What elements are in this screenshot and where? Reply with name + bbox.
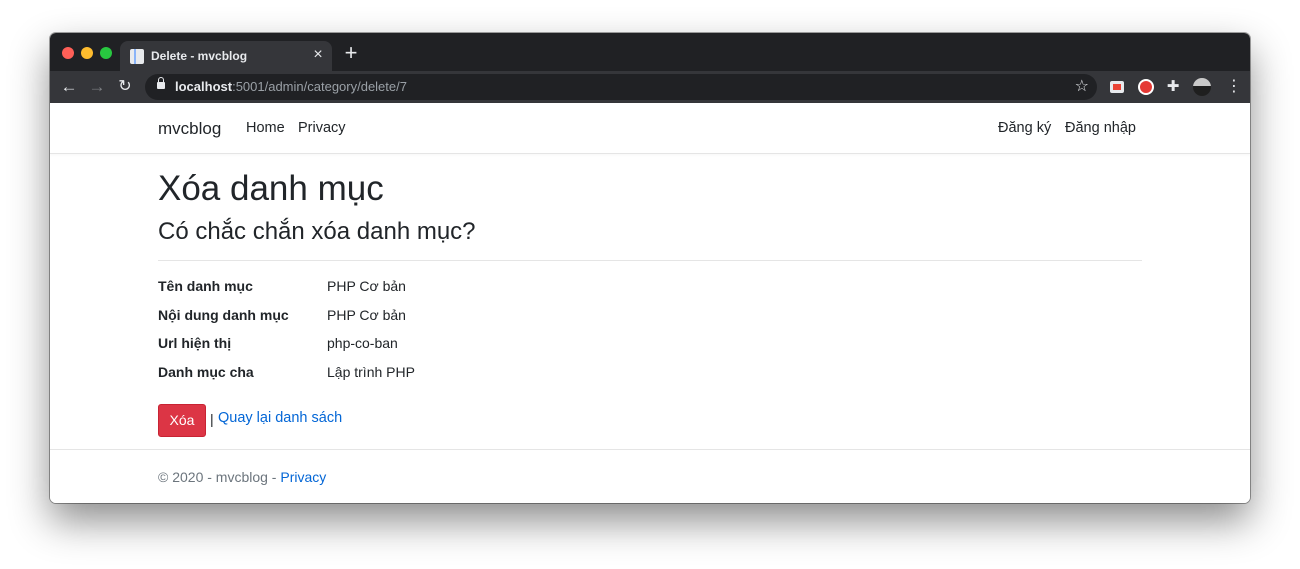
browser-menu-icon[interactable]: ⋮ bbox=[1226, 77, 1242, 97]
nav-link-register[interactable]: Đăng ký bbox=[998, 120, 1051, 136]
new-tab-button[interactable]: + bbox=[342, 42, 360, 65]
profile-avatar-icon[interactable] bbox=[1193, 78, 1211, 96]
tab-close-icon[interactable]: × bbox=[310, 46, 326, 64]
browser-tab[interactable]: Delete - mvcblog × bbox=[120, 41, 332, 71]
nav-link-privacy[interactable]: Privacy bbox=[298, 120, 346, 136]
extensions-puzzle-icon[interactable]: ✚ bbox=[1165, 79, 1181, 95]
detail-value: PHP Cơ bản bbox=[327, 306, 406, 323]
back-arrow-icon[interactable]: ← bbox=[59, 77, 79, 97]
footer-copyright: © 2020 - mvcblog - Privacy bbox=[158, 469, 326, 485]
detail-row-url: Url hiện thị php-co-ban bbox=[158, 335, 758, 364]
footer-privacy-link[interactable]: Privacy bbox=[280, 469, 326, 485]
divider bbox=[158, 260, 1142, 261]
detail-row-content: Nội dung danh mục PHP Cơ bản bbox=[158, 307, 758, 336]
detail-value: Lập trình PHP bbox=[327, 363, 415, 380]
site-brand-link[interactable]: mvcblog bbox=[158, 119, 221, 139]
footer-text: © 2020 - mvcblog - bbox=[158, 469, 281, 485]
detail-label: Url hiện thị bbox=[158, 335, 232, 351]
confirm-question: Có chắc chắn xóa danh mục? bbox=[158, 218, 476, 245]
page-favicon-icon bbox=[130, 49, 144, 64]
nav-link-login[interactable]: Đăng nhập bbox=[1065, 120, 1136, 136]
reload-icon[interactable]: ↻ bbox=[115, 77, 135, 97]
tab-title: Delete - mvcblog bbox=[151, 49, 248, 63]
lock-icon[interactable] bbox=[157, 77, 165, 89]
site-navbar: mvcblog Home Privacy Đăng ký Đăng nhập bbox=[50, 103, 1250, 154]
delete-button[interactable]: Xóa bbox=[158, 404, 206, 437]
web-page: mvcblog Home Privacy Đăng ký Đăng nhập X… bbox=[50, 103, 1250, 503]
detail-row-parent: Danh mục cha Lập trình PHP bbox=[158, 364, 758, 393]
detail-label: Nội dung danh mục bbox=[158, 306, 289, 323]
nav-link-home[interactable]: Home bbox=[246, 120, 285, 136]
detail-value: php-co-ban bbox=[327, 335, 398, 351]
page-title: Xóa danh mục bbox=[158, 169, 384, 208]
category-details: Tên danh mục PHP Cơ bản Nội dung danh mụ… bbox=[158, 278, 758, 392]
tab-strip: Delete - mvcblog × + bbox=[50, 33, 1250, 71]
detail-value: PHP Cơ bản bbox=[327, 278, 406, 294]
detail-row-name: Tên danh mục PHP Cơ bản bbox=[158, 278, 758, 307]
browser-toolbar: ← → ↻ localhost:5001/admin/category/dele… bbox=[50, 71, 1250, 103]
minimize-window-button[interactable] bbox=[81, 47, 93, 59]
url-host: localhost bbox=[175, 79, 233, 94]
adblock-extension-icon[interactable] bbox=[1138, 79, 1154, 95]
close-window-button[interactable] bbox=[62, 47, 74, 59]
detail-label: Danh mục cha bbox=[158, 363, 254, 380]
address-bar[interactable]: localhost:5001/admin/category/delete/7 ☆ bbox=[145, 74, 1097, 100]
maximize-window-button[interactable] bbox=[100, 47, 112, 59]
back-to-list-link[interactable]: Quay lại danh sách bbox=[218, 410, 342, 426]
detail-label: Tên danh mục bbox=[158, 278, 253, 294]
url-path: :5001/admin/category/delete/7 bbox=[232, 79, 407, 94]
url-text[interactable]: localhost:5001/admin/category/delete/7 bbox=[175, 79, 407, 94]
bookmark-star-icon[interactable]: ☆ bbox=[1075, 77, 1089, 97]
cast-extension-icon[interactable] bbox=[1110, 81, 1124, 93]
site-footer: © 2020 - mvcblog - Privacy bbox=[50, 449, 1250, 503]
link-separator: | bbox=[210, 411, 214, 427]
forward-arrow-icon[interactable]: → bbox=[87, 77, 107, 97]
browser-window: Delete - mvcblog × + ← → ↻ localhost:500… bbox=[50, 33, 1250, 503]
